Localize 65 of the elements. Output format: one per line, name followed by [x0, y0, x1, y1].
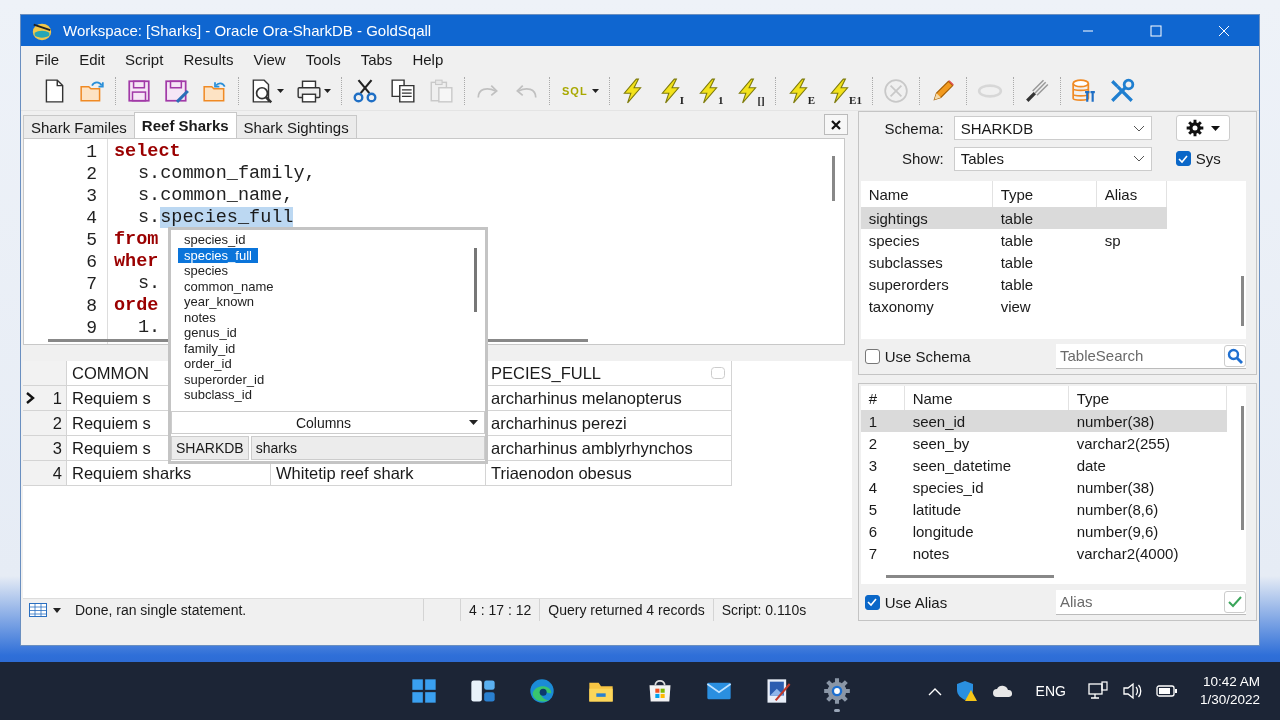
- table-cell-text: table: [999, 209, 1035, 227]
- table-cell-text: notes: [911, 544, 951, 562]
- table-cell-text: 6: [867, 522, 878, 540]
- table-cell-text: table: [999, 275, 1035, 293]
- line-number: 2: [86, 163, 97, 185]
- table-cell-text: number(8,6): [1075, 500, 1160, 518]
- row-number: 1: [52, 388, 62, 408]
- table-cell-text: superorders: [867, 275, 950, 293]
- table-cell-text: seen_datetime: [911, 456, 1013, 474]
- table-cell-text: table: [999, 231, 1035, 249]
- table-cell-text: number(9,6): [1075, 522, 1160, 540]
- table-cell-text: 1: [867, 412, 878, 430]
- table-cell-text: sightings: [867, 209, 929, 227]
- show-label: Show:: [900, 150, 944, 168]
- schema-label: Schema:: [883, 119, 944, 137]
- table-cell-text: 4: [867, 478, 878, 496]
- table-cell-text: seen_id: [911, 412, 967, 430]
- table-cell-text: species: [867, 231, 921, 249]
- table-cell: Triaenodon obesus: [486, 461, 732, 486]
- code-line: from: [114, 229, 159, 251]
- table-cell-text: view: [999, 297, 1032, 315]
- line-number: 1: [86, 141, 97, 163]
- checkbox-label: Sys: [1195, 150, 1221, 168]
- table-cell-text: number(38): [1075, 412, 1156, 430]
- table-cell-text: seen_by: [911, 434, 971, 452]
- line-number: 9: [86, 317, 97, 339]
- cursor-position: 4 : 17 : 12: [469, 602, 532, 618]
- code-line: select: [114, 141, 181, 163]
- checkbox-label: Use Schema: [884, 347, 971, 365]
- table-cell-text: subclasses: [867, 253, 944, 271]
- code-line: s.: [138, 273, 161, 295]
- table-cell-text: varchar2(255): [1075, 434, 1172, 452]
- line-number: 8: [86, 295, 97, 317]
- table-cell-text: taxonomy: [867, 297, 935, 315]
- code-line: s.common_name,: [138, 185, 294, 207]
- code-line: s.common_family,: [138, 163, 316, 185]
- table-cell-text: number(38): [1075, 478, 1156, 496]
- table-cell-text: date: [1075, 456, 1107, 474]
- code-line: s.species_full: [138, 207, 294, 229]
- line-number: 7: [86, 273, 97, 295]
- status-message: Done, ran single statement.: [75, 602, 247, 618]
- table-cell-text: 2: [867, 434, 878, 452]
- code-line: orde: [114, 295, 159, 317]
- table-cell-text: varchar2(4000): [1075, 544, 1180, 562]
- table-cell-text: table: [999, 253, 1035, 271]
- record-count: Query returned 4 records: [548, 602, 705, 618]
- table-cell-text: 7: [867, 544, 878, 562]
- line-number: 5: [86, 229, 97, 251]
- window-title: Workspace: [Sharks] - Oracle Ora-SharkDB - GoldSqall: [63, 22, 432, 39]
- code-line: wher: [114, 251, 159, 273]
- line-number: 6: [86, 251, 97, 273]
- line-number: 3: [86, 185, 97, 207]
- table-cell-text: longitude: [911, 522, 975, 540]
- table-cell-text: species_id: [911, 478, 985, 496]
- code-line: 1.: [138, 317, 161, 339]
- line-number: 4: [86, 207, 97, 229]
- script-time: Script: 0.110s: [721, 602, 807, 618]
- row-number: 3: [52, 438, 62, 458]
- table-cell-text: 3: [867, 456, 878, 474]
- row-number: 4: [52, 463, 62, 483]
- table-cell-text: sp: [1103, 231, 1122, 249]
- checkbox-label: Use Alias: [884, 593, 948, 611]
- row-number: 2: [52, 413, 62, 433]
- table-cell-text: latitude: [911, 500, 963, 518]
- table-cell-text: 5: [867, 500, 878, 518]
